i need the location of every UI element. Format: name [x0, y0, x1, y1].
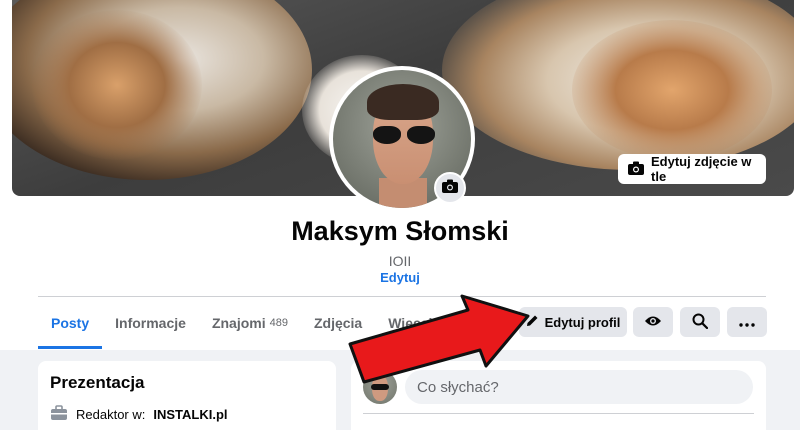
camera-icon [442, 179, 458, 198]
intro-work-row: Redaktor w: INSTALKI.pl [50, 405, 228, 424]
tab-friends[interactable]: Znajomi 489 [199, 297, 301, 349]
avatar-sunglasses [371, 384, 389, 390]
edit-bio-link[interactable]: Edytuj [0, 270, 800, 285]
edit-cover-photo-label: Edytuj zdjęcie w tle [651, 154, 752, 184]
update-profile-picture-button[interactable] [434, 172, 466, 204]
red-arrow-annotation [348, 294, 530, 384]
intro-card: Prezentacja Redaktor w: INSTALKI.pl [38, 361, 336, 430]
avatar-hair [367, 84, 439, 120]
briefcase-icon [50, 405, 68, 424]
edit-profile-label: Edytuj profil [544, 314, 621, 330]
profile-name: Maksym Słomski [291, 216, 509, 246]
intro-work-prefix: Redaktor w: [76, 407, 146, 422]
profile-nickname: IOII [388, 253, 412, 269]
avatar-sunglasses-right [407, 126, 435, 144]
composer-divider [363, 413, 754, 414]
edit-cover-photo-button[interactable]: Edytuj zdjęcie w tle [618, 154, 766, 184]
tab-posts[interactable]: Posty [38, 297, 103, 349]
more-icon [739, 315, 755, 330]
search-icon [692, 313, 709, 332]
camera-icon [628, 161, 644, 178]
intro-work-place[interactable]: INSTALKI.pl [153, 407, 227, 422]
intro-title: Prezentacja [50, 373, 145, 392]
more-options-button[interactable] [727, 307, 767, 337]
cover-image-cat-left-fur [32, 10, 202, 160]
friends-count: 489 [269, 317, 288, 329]
avatar-sunglasses-left [373, 126, 401, 144]
cover-image-cat-right-fur [572, 20, 772, 160]
view-as-button[interactable] [633, 307, 673, 337]
eye-icon [644, 315, 662, 330]
tab-about[interactable]: Informacje [102, 297, 199, 349]
search-profile-button[interactable] [680, 307, 720, 337]
